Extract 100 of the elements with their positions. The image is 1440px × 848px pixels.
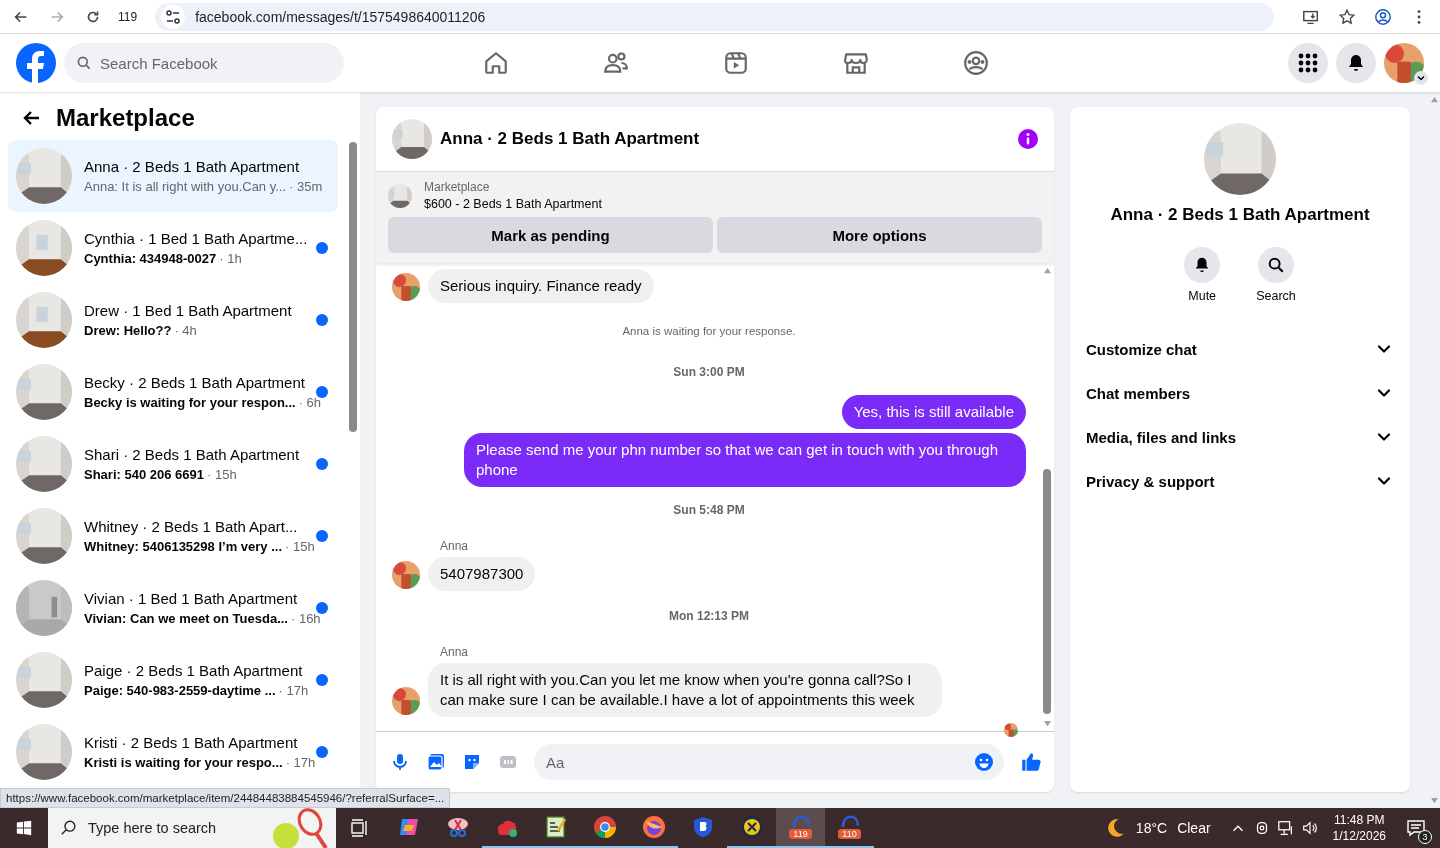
scrollbar-thumb[interactable] — [1043, 469, 1051, 714]
link-preview: https://www.facebook.com/marketplace/item/24484483884545946/?referralSurface=... — [0, 788, 451, 808]
address-bar[interactable]: facebook.com/messages/t/1575498640011206 — [155, 2, 1274, 31]
conversation-item[interactable]: Cynthia · 1 Bed 1 Bath Apartme... Cynthia: 434948-0027 · 1h — [8, 212, 338, 284]
conversation-item[interactable]: Drew · 1 Bed 1 Bath Apartment Drew: Hello?? · 4h — [8, 284, 338, 356]
notifications-button[interactable] — [1336, 43, 1376, 83]
count-badge: 119 — [789, 829, 812, 839]
section-header[interactable]: Chat members — [1078, 371, 1402, 415]
conversation-title: Kristi · 2 Beds 1 Bath Apartment — [84, 734, 299, 751]
conversation-item[interactable]: Kristi · 2 Beds 1 Bath Apartment Kristi is waiting for your respo... · 17h — [8, 716, 338, 788]
section-header[interactable]: Media, files and links — [1078, 415, 1402, 459]
conversation-title: Vivian · 1 Bed 1 Bath Apartment — [84, 590, 299, 607]
message-time: · 17h — [285, 755, 316, 770]
conversation-title: Cynthia · 1 Bed 1 Bath Apartme... — [84, 230, 304, 247]
details-title: Anna · 2 Beds 1 Bath Apartment — [1110, 205, 1370, 225]
star-icon[interactable] — [1338, 7, 1356, 26]
browser-icon — [641, 815, 666, 839]
scrollbar-thumb[interactable] — [349, 142, 357, 432]
friends-icon[interactable] — [603, 50, 629, 76]
message-time: · 4h — [174, 323, 197, 338]
message-time: · 6h — [298, 395, 322, 410]
search-icon — [60, 819, 78, 837]
conversation-item[interactable]: Anna · 2 Beds 1 Bath Apartment Anna: It is all right with you.Can y... · 35m — [8, 140, 338, 212]
listing-title[interactable]: $600 - 2 Beds 1 Bath Apartment — [424, 197, 602, 211]
profile-icon[interactable] — [1374, 7, 1392, 26]
incoming-message: It is all right with you.Can you let me know when you're gonna call?So I can make sure I can be available.I have a lot of appointments this week — [428, 663, 942, 717]
video-icon[interactable] — [723, 50, 749, 76]
clock-date[interactable]: 1/12/2026 — [1332, 829, 1386, 843]
notification-count: 3 — [1418, 830, 1432, 844]
message-time: · 15h — [207, 467, 237, 482]
scroll-up-icon[interactable] — [1042, 267, 1052, 274]
mute-button[interactable] — [1184, 247, 1221, 283]
sticker-icon[interactable] — [462, 752, 482, 772]
site-info-icon[interactable] — [161, 4, 186, 29]
info-icon[interactable] — [1018, 129, 1038, 149]
message-preview: Shari: 540 206 6691 — [84, 467, 204, 482]
message-preview: Drew: Hello?? — [84, 323, 172, 338]
message-preview: Anna: It is all right with you.Can y... — [84, 179, 287, 194]
windows-icon[interactable] — [15, 819, 33, 837]
status-notice: Anna is waiting for your response. — [621, 325, 797, 337]
section-header[interactable]: Privacy & support — [1078, 459, 1402, 503]
message-field[interactable]: Aa — [534, 744, 1004, 780]
conversation-title: Shari · 2 Beds 1 Bath Apartment — [84, 446, 301, 463]
conversation-item[interactable]: Vivian · 1 Bed 1 Bath Apartment Vivian: Can we meet on Tuesda... · 16h — [8, 572, 338, 644]
caret-icon[interactable] — [1414, 71, 1428, 85]
conversation-title: Becky · 2 Beds 1 Bath Apartment — [84, 374, 304, 391]
search-button[interactable] — [1258, 247, 1294, 283]
sidebar-title: Marketplace — [56, 104, 195, 132]
conversation-title: Anna · 2 Beds 1 Bath Apartment — [84, 158, 301, 175]
search-icon — [1267, 256, 1285, 274]
emoji-icon[interactable] — [974, 752, 994, 772]
outgoing-message: Yes, this is still available — [841, 395, 1026, 429]
search-icon — [76, 55, 92, 71]
apps-menu-button[interactable] — [1288, 43, 1328, 83]
task-view-icon[interactable] — [350, 818, 370, 838]
conversation-item[interactable]: Paige · 2 Beds 1 Bath Apartment Paige: 540-983-2559-daytime ... · 17h — [8, 644, 338, 716]
photo-icon[interactable] — [426, 752, 446, 772]
groups-icon[interactable] — [963, 50, 989, 76]
message-timestamp: Sun 5:48 PM — [672, 503, 746, 517]
listing-action-button[interactable]: More options — [717, 217, 1042, 253]
tennis-drawing — [270, 808, 330, 848]
incoming-message: Serious inquiry. Finance ready — [428, 269, 654, 303]
message-preview: Cynthia: 434948-0027 — [84, 251, 217, 266]
home-icon[interactable] — [483, 50, 509, 76]
weather-condition: Clear — [1177, 820, 1211, 836]
bell-icon — [1346, 53, 1366, 73]
taskbar-app[interactable]: 110 — [825, 808, 874, 848]
taskbar-search-field[interactable]: Type here to search — [48, 808, 336, 848]
message-time: · 17h — [278, 683, 309, 698]
taskbar-app[interactable]: 119 — [776, 808, 825, 848]
message-timestamp: Sun 3:00 PM — [672, 365, 746, 379]
volume-icon[interactable] — [1300, 819, 1319, 837]
message-preview: Becky is waiting for your respon... — [84, 395, 296, 410]
notification-icon[interactable] — [1406, 818, 1426, 838]
logo-icon[interactable] — [16, 43, 56, 83]
message-timestamp: Mon 12:13 PM — [668, 609, 750, 623]
grid-icon — [1298, 53, 1318, 73]
clock-time[interactable]: 11:48 PM — [1334, 813, 1385, 827]
microphone-icon[interactable] — [390, 752, 410, 772]
section-header[interactable]: Customize chat — [1078, 327, 1402, 371]
message-time: · 1h — [219, 251, 242, 266]
conversation-title: Drew · 1 Bed 1 Bath Apartment — [84, 302, 293, 319]
action-label: Search — [1256, 289, 1296, 303]
message-preview: Whitney: 5406135298 I’m very ... — [84, 539, 282, 554]
search-field[interactable]: Search Facebook — [64, 43, 344, 83]
conversation-title: Whitney · 2 Beds 1 Bath Apart... — [84, 518, 299, 535]
scroll-down-icon[interactable] — [1042, 720, 1052, 727]
sender-name: Anna — [440, 539, 470, 553]
shop-icon[interactable] — [843, 50, 869, 76]
message-time: · 16h — [290, 611, 321, 626]
scissors-icon — [445, 815, 470, 839]
message-preview: Paige: 540-983-2559-daytime ... — [84, 683, 276, 698]
conversation-item[interactable]: Becky · 2 Beds 1 Bath Apartment Becky is waiting for your respon... · 6h — [8, 356, 338, 428]
conversation-item[interactable]: Shari · 2 Beds 1 Bath Apartment Shari: 540 206 6691 · 15h — [8, 428, 338, 500]
thumbs-up-icon[interactable] — [1020, 751, 1042, 773]
temperature: 18°C — [1135, 820, 1168, 836]
network-icon[interactable] — [1276, 819, 1295, 837]
conversation-item[interactable]: Whitney · 2 Beds 1 Bath Apart... Whitney: 5406135298 I’m very ... · 15h — [8, 500, 338, 572]
listing-action-button[interactable]: Mark as pending — [388, 217, 713, 253]
message-time: · 15h — [285, 539, 315, 554]
